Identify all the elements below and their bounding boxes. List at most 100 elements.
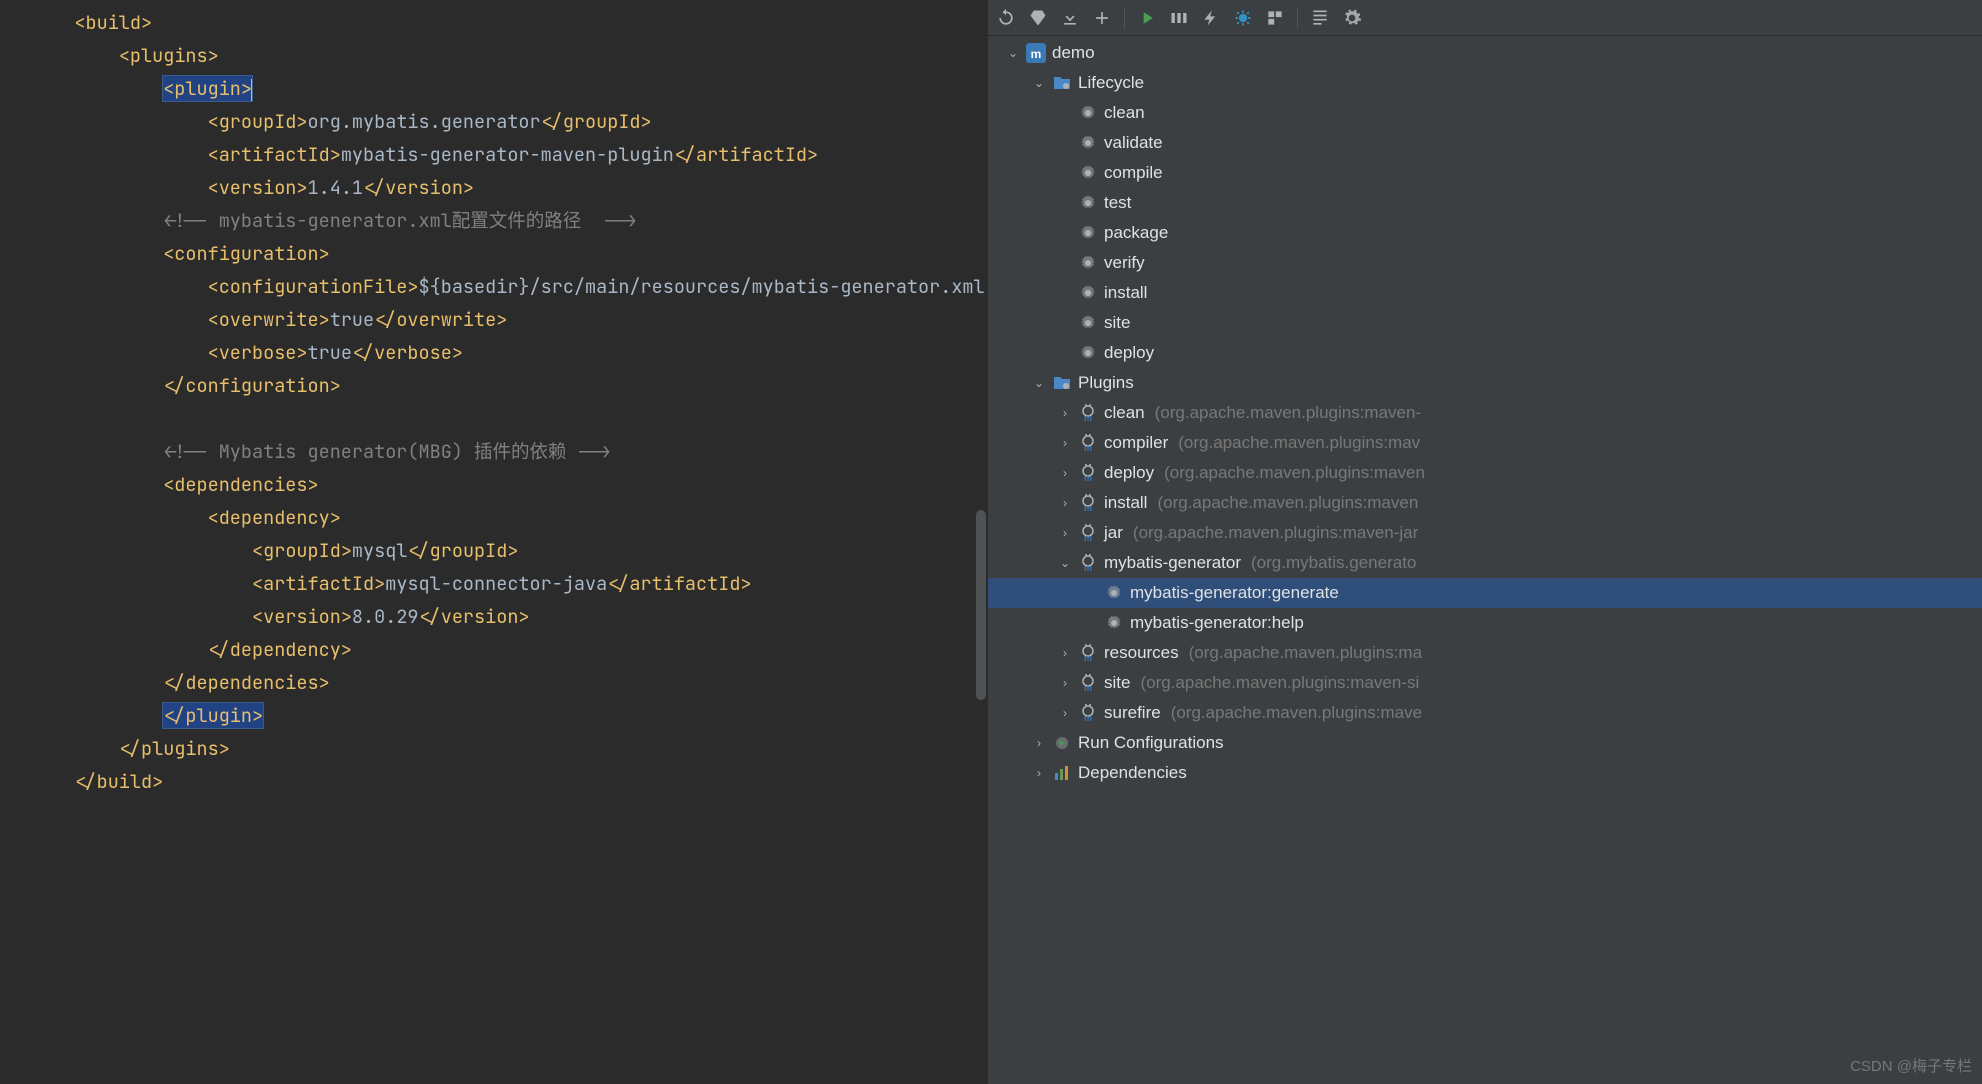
lifecycle-package[interactable]: package — [988, 218, 1982, 248]
expand-arrow[interactable]: › — [1058, 406, 1072, 420]
plugin-surefire[interactable]: › m surefire (org.apache.maven.plugins:m… — [988, 698, 1982, 728]
plugin-compiler[interactable]: › m compiler (org.apache.maven.plugins:m… — [988, 428, 1982, 458]
tree-root[interactable]: ⌄ m demo — [988, 38, 1982, 68]
expand-arrow[interactable]: ⌄ — [1006, 46, 1020, 60]
run-icon[interactable] — [1137, 8, 1157, 28]
download-icon[interactable] — [1060, 8, 1080, 28]
tree-icon — [1052, 373, 1072, 393]
tree-label: demo — [1052, 43, 1095, 63]
tree-icon: m — [1078, 673, 1098, 693]
tree-icon — [1052, 733, 1072, 753]
plugin-install[interactable]: › m install (org.apache.maven.plugins:ma… — [988, 488, 1982, 518]
expand-arrow[interactable]: › — [1032, 736, 1046, 750]
tree-label: deploy — [1104, 343, 1154, 363]
tree-label: site — [1104, 673, 1130, 693]
tree-label: deploy — [1104, 463, 1154, 483]
tree-icon — [1078, 253, 1098, 273]
tree-plugins[interactable]: ⌄ Plugins — [988, 368, 1982, 398]
settings-icon[interactable] — [1342, 8, 1362, 28]
code-editor[interactable]: <build> <plugins> <plugin> <groupId>org.… — [0, 0, 987, 1084]
tree-label: site — [1104, 313, 1130, 333]
tree-icon — [1104, 613, 1124, 633]
tree-icon: m — [1078, 433, 1098, 453]
expand-arrow[interactable]: › — [1058, 676, 1072, 690]
lifecycle-install[interactable]: install — [988, 278, 1982, 308]
svg-text:m: m — [1084, 653, 1092, 663]
tree-dependencies[interactable]: › Dependencies — [988, 758, 1982, 788]
svg-text:m: m — [1084, 683, 1092, 693]
toggle-offline-icon[interactable] — [1201, 8, 1221, 28]
generate-sources-icon[interactable] — [1028, 8, 1048, 28]
plugin-resources[interactable]: › m resources (org.apache.maven.plugins:… — [988, 638, 1982, 668]
scrollbar-thumb[interactable] — [976, 510, 986, 700]
lifecycle-compile[interactable]: compile — [988, 158, 1982, 188]
lifecycle-deploy[interactable]: deploy — [988, 338, 1982, 368]
toolbar-separator — [1124, 8, 1125, 28]
tree-icon — [1078, 313, 1098, 333]
tree-dim: (org.apache.maven.plugins:maven-jar — [1133, 523, 1418, 543]
tree-icon — [1078, 343, 1098, 363]
plugin-jar[interactable]: › m jar (org.apache.maven.plugins:maven-… — [988, 518, 1982, 548]
tree-dim: (org.apache.maven.plugins:ma — [1189, 643, 1422, 663]
tree-label: clean — [1104, 103, 1145, 123]
show-dependencies-icon[interactable] — [1265, 8, 1285, 28]
svg-text:m: m — [1084, 713, 1092, 723]
tree-label: surefire — [1104, 703, 1161, 723]
tree-icon: m — [1026, 43, 1046, 63]
add-icon[interactable] — [1092, 8, 1112, 28]
plugin-site[interactable]: › m site (org.apache.maven.plugins:maven… — [988, 668, 1982, 698]
svg-text:m: m — [1084, 533, 1092, 543]
toggle-skip-tests-icon[interactable] — [1233, 8, 1253, 28]
plugin-deploy[interactable]: › m deploy (org.apache.maven.plugins:mav… — [988, 458, 1982, 488]
tree-label: mybatis-generator:generate — [1130, 583, 1339, 603]
expand-arrow[interactable]: ⌄ — [1032, 76, 1046, 90]
tree-label: Dependencies — [1078, 763, 1187, 783]
tree-label: compile — [1104, 163, 1163, 183]
plugin-clean[interactable]: › m clean (org.apache.maven.plugins:mave… — [988, 398, 1982, 428]
tree-label: mybatis-generator:help — [1130, 613, 1304, 633]
execute-goal-icon[interactable] — [1169, 8, 1189, 28]
expand-arrow[interactable]: › — [1058, 706, 1072, 720]
tree-label: clean — [1104, 403, 1145, 423]
tree-icon: m — [1078, 523, 1098, 543]
svg-text:m: m — [1031, 47, 1042, 61]
tree-label: test — [1104, 193, 1131, 213]
svg-text:m: m — [1084, 503, 1092, 513]
goal-mybatis-generator-generate[interactable]: mybatis-generator:generate — [988, 578, 1982, 608]
goal-mybatis-generator-help[interactable]: mybatis-generator:help — [988, 608, 1982, 638]
expand-arrow[interactable]: ⌄ — [1032, 376, 1046, 390]
lifecycle-site[interactable]: site — [988, 308, 1982, 338]
collapse-all-icon[interactable] — [1310, 8, 1330, 28]
tree-icon — [1078, 193, 1098, 213]
tree-icon — [1078, 283, 1098, 303]
expand-arrow[interactable]: › — [1058, 526, 1072, 540]
tree-icon: m — [1078, 463, 1098, 483]
tree-label: jar — [1104, 523, 1123, 543]
tree-lifecycle[interactable]: ⌄ Lifecycle — [988, 68, 1982, 98]
tree-icon: m — [1078, 493, 1098, 513]
expand-arrow[interactable]: ⌄ — [1058, 556, 1072, 570]
tree-label: Run Configurations — [1078, 733, 1224, 753]
expand-arrow[interactable]: › — [1058, 436, 1072, 450]
maven-toolbar — [988, 0, 1982, 36]
tree-run-config[interactable]: › Run Configurations — [988, 728, 1982, 758]
maven-tree[interactable]: ⌄ m demo ⌄ Lifecycle clean validate comp… — [988, 36, 1982, 788]
expand-arrow[interactable]: › — [1058, 466, 1072, 480]
tree-icon — [1078, 103, 1098, 123]
refresh-icon[interactable] — [996, 8, 1016, 28]
tree-dim: (org.apache.maven.plugins:mave — [1171, 703, 1422, 723]
lifecycle-validate[interactable]: validate — [988, 128, 1982, 158]
tree-label: package — [1104, 223, 1168, 243]
expand-arrow[interactable]: › — [1058, 496, 1072, 510]
plugin-mybatis-generator[interactable]: ⌄ m mybatis-generator (org.mybatis.gener… — [988, 548, 1982, 578]
expand-arrow[interactable]: › — [1032, 766, 1046, 780]
lifecycle-clean[interactable]: clean — [988, 98, 1982, 128]
lifecycle-test[interactable]: test — [988, 188, 1982, 218]
tree-label: compiler — [1104, 433, 1168, 453]
editor-scrollbar[interactable] — [975, 0, 987, 1084]
lifecycle-verify[interactable]: verify — [988, 248, 1982, 278]
tree-label: install — [1104, 283, 1147, 303]
expand-arrow[interactable]: › — [1058, 646, 1072, 660]
tree-icon — [1052, 763, 1072, 783]
tree-icon: m — [1078, 553, 1098, 573]
